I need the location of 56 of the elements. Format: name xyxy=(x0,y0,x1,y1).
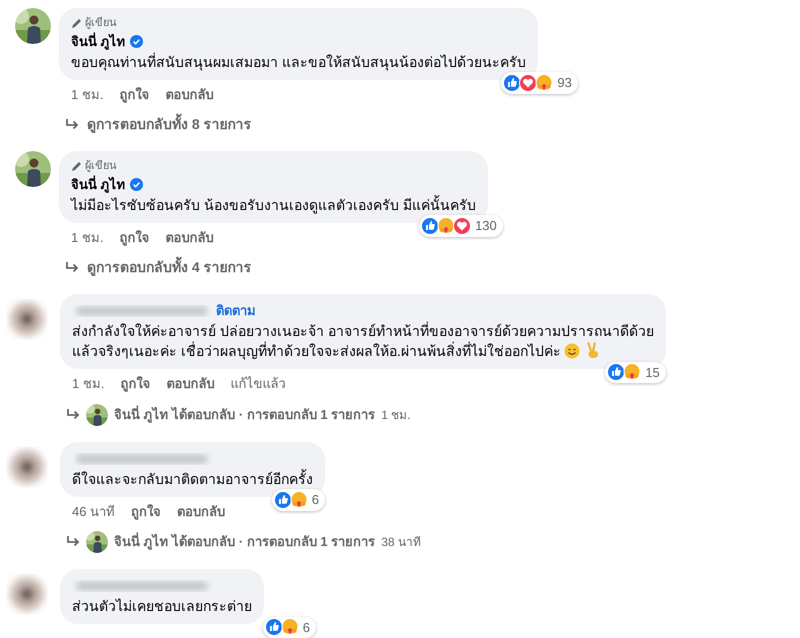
comment-time: 1 ชม. xyxy=(72,375,104,393)
reply-arrow-icon xyxy=(66,536,80,548)
reaction-summary[interactable]: 6 xyxy=(262,616,316,638)
comment-time: 1 ชม. xyxy=(71,228,104,246)
smiling-face-icon xyxy=(564,343,580,359)
edited-label: แก้ไขแล้ว xyxy=(230,375,286,393)
hugging-face-icon xyxy=(290,490,308,509)
reaction-summary[interactable]: 130 xyxy=(419,215,503,236)
comment-text: แล้วจริงๆเนอะค่ะ เชื่อว่าผลบุญที่ทำด้วยใจจะส่งผลให้อ.ผ่านพ้นสิ่งที่ไม่ใช่ออกไปค่ะ xyxy=(72,341,654,361)
author-name[interactable]: จินนี่ ภูไท xyxy=(71,174,126,194)
view-replies-link[interactable]: ดูการตอบกลับทั้ง 4 รายการ xyxy=(87,257,252,278)
hugging-face-icon xyxy=(437,216,456,235)
comment-action[interactable]: ตอบกลับ xyxy=(177,502,226,521)
comment-action[interactable]: ถูกใจ xyxy=(119,84,150,104)
comment-action[interactable]: ถูกใจ xyxy=(120,374,150,394)
like-icon xyxy=(274,490,292,509)
reaction-count: 130 xyxy=(475,217,497,235)
reply-time: 38 นาที xyxy=(381,534,421,551)
view-replies-link[interactable]: ดูการตอบกลับทั้ง 8 รายการ xyxy=(87,114,252,135)
comment-action[interactable]: ตอบกลับ xyxy=(165,84,214,104)
reply-time: 1 ชม. xyxy=(381,406,411,424)
reaction-count: 6 xyxy=(312,491,319,509)
comment-time: 1 ชม. xyxy=(71,86,104,104)
victory-hand-icon xyxy=(586,341,600,359)
author-label: ผู้เขียน xyxy=(85,158,117,174)
reply-summary-link[interactable]: จินนี่ ภูไท ได้ตอบกลับ · การตอบกลับ 1 รายการ xyxy=(114,532,376,552)
reply-arrow-icon xyxy=(65,262,79,274)
reaction-summary[interactable]: 15 xyxy=(605,362,666,383)
comment-text: ส่วนตัวไม่เคยชอบเลยกระต่าย xyxy=(72,597,252,616)
comment-text: ขอบคุณท่านที่สนับสนุนผมเสมอมา และขอให้สนับสนุนน้องต่อไปด้วยนะครับ xyxy=(71,52,526,72)
comment-text: ส่งกำลังใจให้ค่ะอาจารย์ ปล่อยวางเนอะจ้า อาจารย์ทำหน้าที่ของอาจารย์ด้วยความปรารถนาดีด้วย xyxy=(72,321,654,341)
comment-time: 46 นาที xyxy=(72,502,116,520)
comment-text: ไม่มีอะไรซับซ้อนครับ น้องขอรับงานเองดูแลตัวเองครับ มีแค่นั้นครับ xyxy=(71,194,476,214)
comment-action[interactable]: ถูกใจ xyxy=(119,228,150,247)
reply-arrow-icon xyxy=(66,408,80,420)
pen-icon xyxy=(71,18,82,29)
like-icon xyxy=(421,216,440,235)
reaction-summary[interactable]: 6 xyxy=(272,489,325,510)
comment-text: ดีใจและจะกลับมาติดตามอาจารย์อีกครั้ง xyxy=(72,468,313,488)
hugging-face-icon xyxy=(535,74,554,92)
reaction-count: 6 xyxy=(302,618,310,636)
reaction-count: 15 xyxy=(645,364,660,382)
author-label: ผู้เขียน xyxy=(85,16,117,31)
comment-action[interactable]: ตอบกลับ xyxy=(165,228,214,247)
comment-action[interactable]: ถูกใจ xyxy=(131,502,162,521)
author-name[interactable]: จินนี่ ภูไท xyxy=(71,32,126,52)
like-icon xyxy=(503,74,522,92)
reply-summary-link[interactable]: จินนี่ ภูไท ได้ตอบกลับ · การตอบกลับ 1 รายการ xyxy=(114,404,376,424)
pen-icon xyxy=(71,160,82,172)
hugging-face-icon xyxy=(623,363,642,382)
reaction-count: 93 xyxy=(557,74,572,92)
reply-arrow-icon xyxy=(65,118,79,130)
like-icon xyxy=(607,363,626,382)
follow-link[interactable]: ติดตาม xyxy=(216,301,256,321)
reaction-summary[interactable]: 93 xyxy=(501,72,578,94)
comment-action[interactable]: ตอบกลับ xyxy=(166,374,214,394)
